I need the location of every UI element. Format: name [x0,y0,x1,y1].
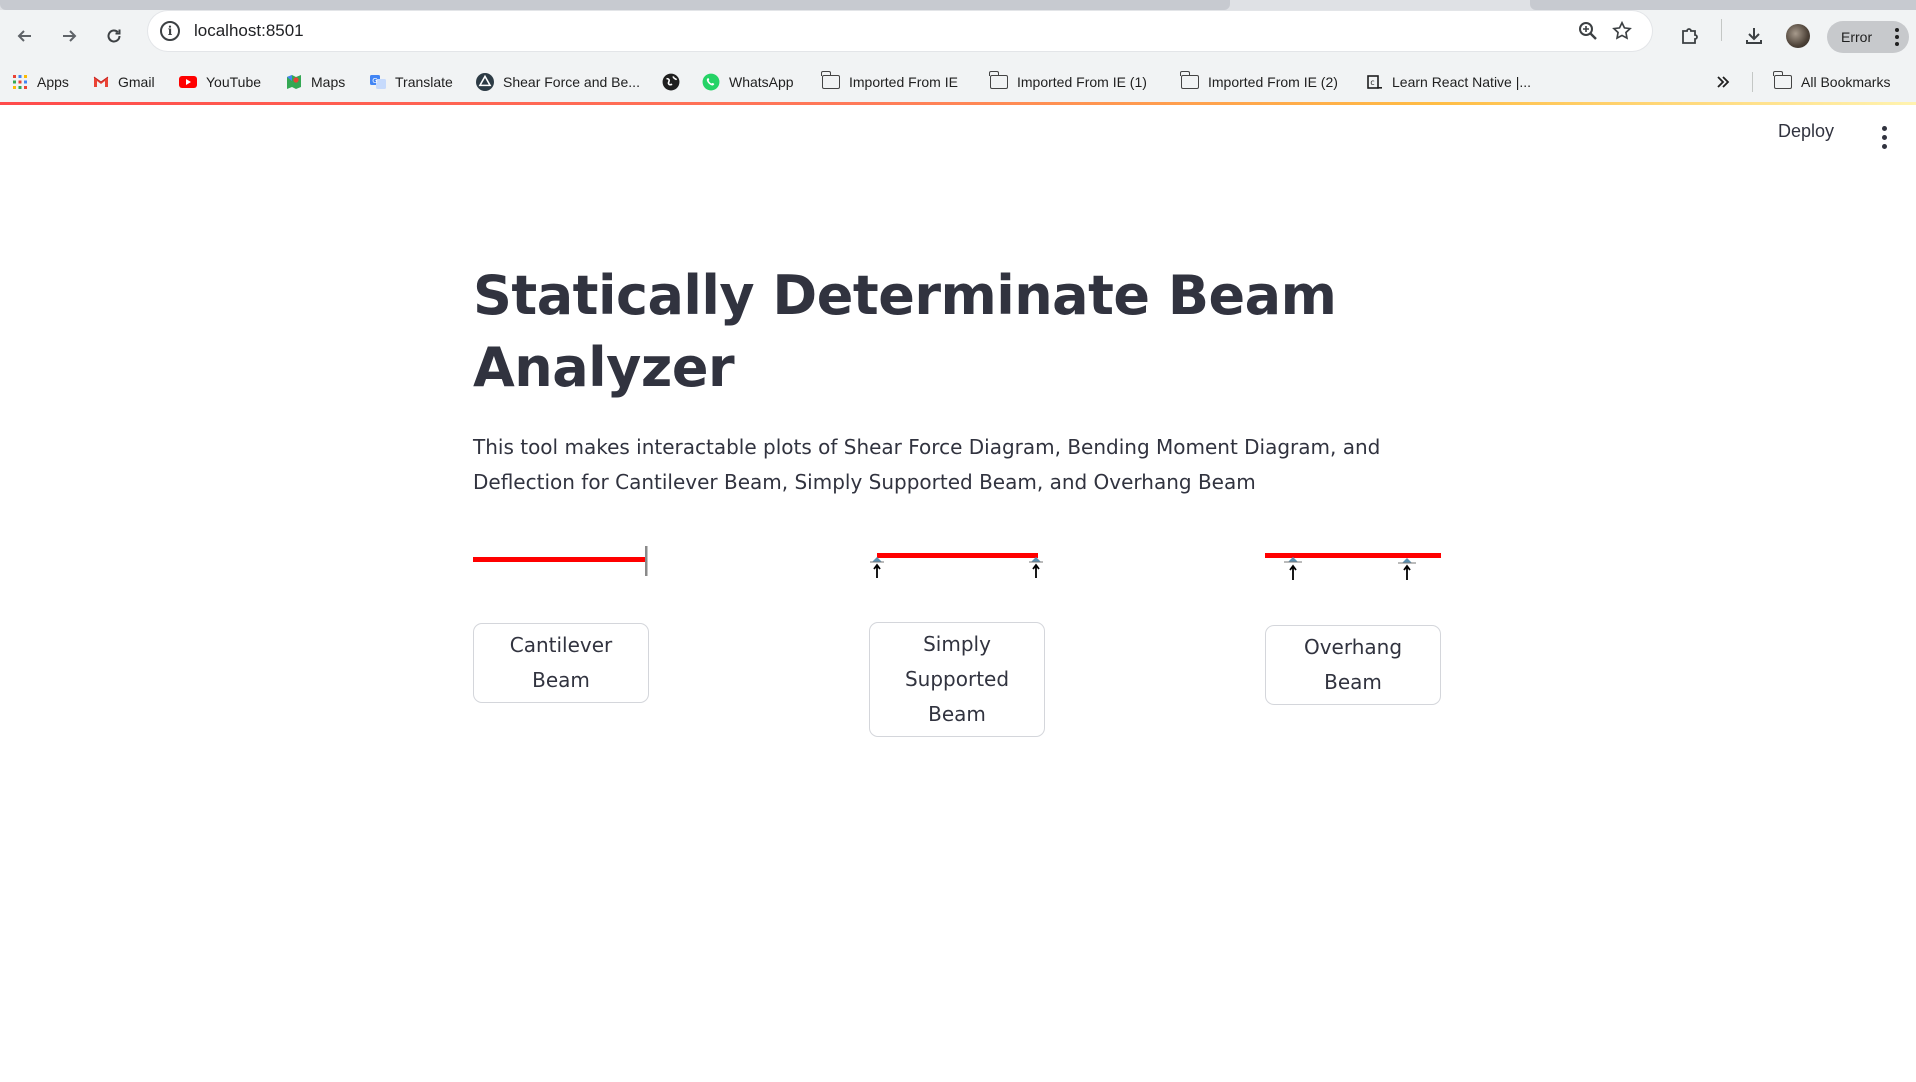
app-header-decoration [0,102,1916,105]
active-tab[interactable] [0,0,1230,10]
bookmark-folder-ie-1[interactable]: Imported From IE (1) [989,68,1147,96]
browser-chrome: i localhost:8501 Error [0,0,1916,62]
site-info-icon[interactable]: i [160,21,180,41]
bookmark-youtube[interactable]: YouTube [179,68,261,96]
cantilever-beam-button[interactable]: Cantilever Beam [473,623,649,703]
bookmark-label: WhatsApp [729,74,794,90]
bookmark-label: Imported From IE (1) [1017,74,1147,90]
translate-icon: G [370,75,386,89]
all-bookmarks-button[interactable]: All Bookmarks [1773,68,1891,96]
beam-line [877,553,1038,558]
svg-text:G: G [372,77,377,85]
bookmark-label: Shear Force and Be... [503,74,640,90]
forward-button[interactable] [54,21,84,51]
overhang-beam-label: Overhang Beam [1303,635,1403,694]
cantilever-beam-diagram [473,546,648,576]
bookmark-label: Gmail [118,74,155,90]
profile-avatar[interactable] [1786,24,1810,48]
right-roller-support [1029,557,1043,578]
bookmark-label: Imported From IE [849,74,958,90]
overhang-beam-diagram [1265,553,1441,580]
address-bar[interactable]: i localhost:8501 [148,11,1652,51]
fixed-support [645,546,648,576]
bookmark-translate[interactable]: G Translate [370,68,453,96]
bookmark-shear-force[interactable]: Shear Force and Be... [476,68,640,96]
bookmark-folder-ie[interactable]: Imported From IE [821,68,958,96]
cantilever-beam-column [473,540,649,580]
tab-strip[interactable] [0,0,1916,10]
profile-error-label: Error [1841,29,1873,45]
cantilever-beam-label: Cantilever Beam [509,633,613,692]
download-icon [1746,28,1762,44]
left-pin-support [1284,557,1302,580]
bookmarks-divider [1752,72,1753,92]
simply-supported-beam-diagram [870,553,1043,578]
simply-supported-beam-button[interactable]: Simply Supported Beam [869,622,1045,737]
bookmark-label: Translate [395,74,453,90]
beam-line [1265,553,1441,558]
reload-icon [107,29,121,43]
extensions-button[interactable] [1676,22,1704,50]
page-title: Statically Determinate Beam Analyzer [473,264,1337,399]
folder-icon [821,71,840,89]
back-arrow-icon [17,30,31,42]
bookmark-star-icon[interactable] [1611,20,1633,42]
whatsapp-icon [702,73,720,91]
more-bookmarks-button[interactable] [1715,68,1731,96]
folder-icon [1773,71,1792,89]
overhang-beam-button[interactable]: Overhang Beam [1265,625,1441,705]
bookmark-label: Apps [37,74,69,90]
simply-supported-beam-column [869,540,1045,580]
bookmark-globe[interactable] [662,68,680,96]
gmail-icon [93,76,109,87]
bookmark-learn-react-native[interactable]: c Learn React Native |... [1367,68,1531,96]
left-pin-support [870,557,884,578]
reload-button[interactable] [99,21,129,51]
bookmark-label: YouTube [206,74,262,90]
deploy-button[interactable]: Deploy [1778,121,1834,142]
app-menu-icon[interactable] [1882,126,1887,149]
bookmark-label: Imported From IE (2) [1208,74,1338,90]
folder-icon [1180,71,1199,89]
apps-grid-icon [13,75,27,89]
url-text[interactable]: localhost:8501 [194,21,304,41]
chevron-double-right-icon [1717,76,1730,88]
maps-icon [287,75,301,89]
page-description: This tool makes interactable plots of Sh… [473,435,1381,494]
bookmark-label: Learn React Native |... [1392,74,1532,90]
site-code-icon: c [1367,75,1382,89]
simply-supported-beam-label: Simply Supported Beam [904,632,1010,726]
bookmark-gmail[interactable]: Gmail [93,68,155,96]
bookmark-label: Maps [311,74,346,90]
browser-toolbar: i localhost:8501 Error [0,10,1916,62]
browser-menu-icon[interactable] [1895,28,1899,46]
right-roller-support [1398,558,1416,580]
all-bookmarks-label: All Bookmarks [1801,74,1891,90]
globe-icon [662,73,680,91]
bookmark-maps[interactable]: Maps [286,68,345,96]
site-triangle-icon [476,73,494,91]
folder-icon [989,71,1008,89]
forward-arrow-icon [63,30,77,42]
svg-text:c: c [1370,78,1375,87]
background-tab[interactable] [1530,0,1916,10]
bookmark-folder-ie-2[interactable]: Imported From IE (2) [1180,68,1338,96]
toolbar-divider [1721,19,1722,41]
puzzle-icon [1682,28,1698,44]
youtube-icon [179,76,197,88]
main-content: Statically Determinate Beam Analyzer Thi… [473,260,1453,500]
profile-error-button[interactable]: Error [1827,21,1909,53]
bookmark-whatsapp[interactable]: WhatsApp [702,68,794,96]
overhang-beam-column [1265,540,1441,584]
bookmarks-bar: Apps Gmail YouTube Maps G Translate Shea… [0,62,1916,102]
beam-line [473,557,645,562]
downloads-button[interactable] [1740,22,1768,50]
bookmark-apps[interactable]: Apps [12,68,69,96]
zoom-icon[interactable] [1576,19,1600,43]
back-button[interactable] [10,21,40,51]
